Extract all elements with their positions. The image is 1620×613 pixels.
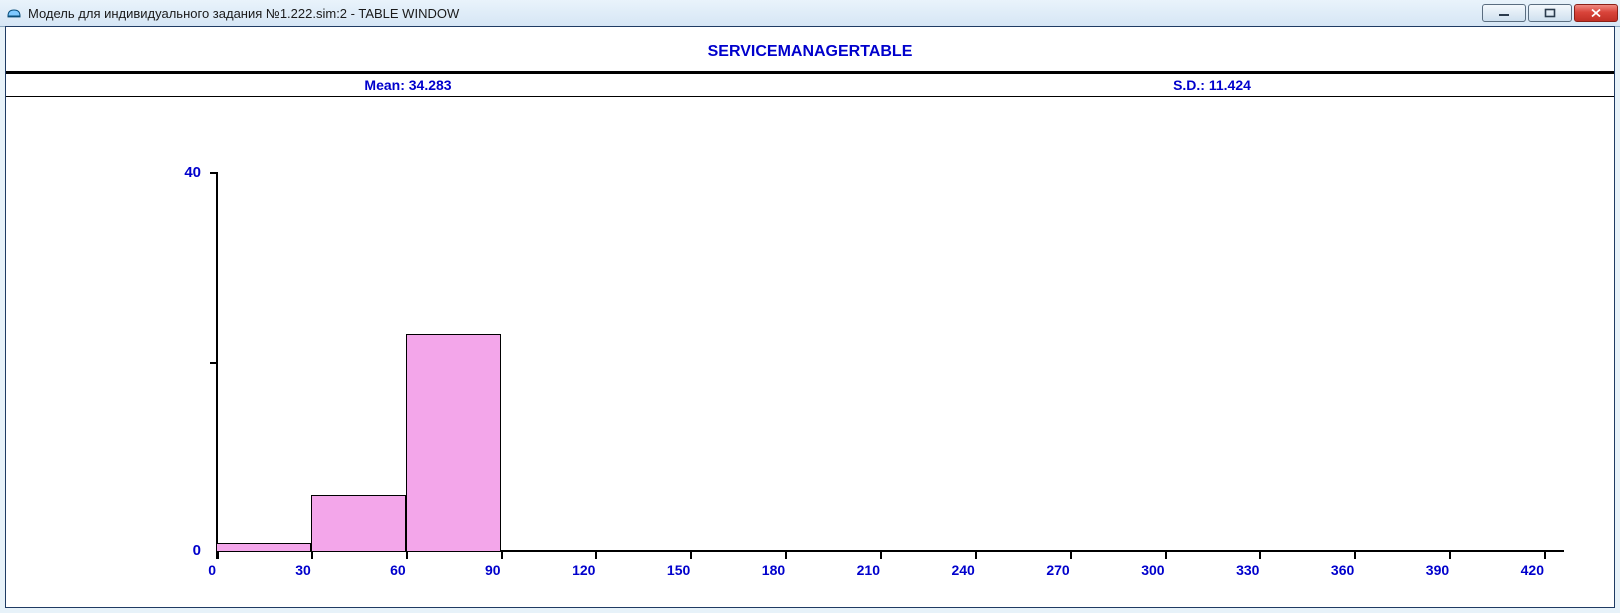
x-tick-label: 390 [1426, 562, 1449, 578]
x-tick-label: 270 [1046, 562, 1069, 578]
plot-region: 0306090120150180210240270300330360390420 [216, 172, 1564, 552]
x-tick [406, 552, 408, 559]
x-tick-label: 420 [1521, 562, 1544, 578]
x-tick [216, 552, 219, 559]
x-tick-label: 360 [1331, 562, 1354, 578]
x-tick-label: 150 [667, 562, 690, 578]
chart-title: SERVICEMANAGERTABLE [6, 27, 1614, 71]
x-tick [975, 552, 977, 559]
x-tick [1070, 552, 1072, 559]
maximize-button[interactable] [1528, 4, 1572, 22]
y-axis [216, 172, 218, 552]
stat-sd: S.D.: 11.424 [810, 77, 1614, 93]
x-tick-label: 30 [295, 562, 311, 578]
x-tick-label: 120 [572, 562, 595, 578]
x-tick-label: 0 [208, 562, 216, 578]
x-tick-label: 330 [1236, 562, 1259, 578]
x-tick [1544, 552, 1546, 559]
stat-mean: Mean: 34.283 [6, 77, 810, 93]
x-tick-label: 90 [485, 562, 501, 578]
stats-row: Mean: 34.283 S.D.: 11.424 [6, 74, 1614, 96]
x-tick [311, 552, 313, 559]
x-tick [501, 552, 503, 559]
app-icon [6, 5, 22, 21]
x-tick-label: 210 [857, 562, 880, 578]
window-title: Модель для индивидуального задания №1.22… [28, 6, 1482, 21]
y-axis-min-label: 0 [106, 542, 201, 559]
x-tick [1354, 552, 1356, 559]
close-button[interactable] [1574, 4, 1618, 22]
y-tick [210, 172, 218, 174]
window-controls [1482, 4, 1618, 22]
x-tick [1165, 552, 1167, 559]
client-area: SERVICEMANAGERTABLE Mean: 34.283 S.D.: 1… [5, 26, 1615, 608]
x-tick-label: 240 [951, 562, 974, 578]
x-tick [1449, 552, 1451, 559]
x-tick [785, 552, 787, 559]
x-tick [880, 552, 882, 559]
x-tick [1259, 552, 1261, 559]
x-tick-label: 60 [390, 562, 406, 578]
y-axis-max-label: 40 [106, 164, 201, 181]
chart-area: 40 0 03060901201501802102402703003303603… [6, 142, 1614, 597]
x-tick-label: 180 [762, 562, 785, 578]
histogram-bar [216, 543, 311, 553]
minimize-button[interactable] [1482, 4, 1526, 22]
histogram-bar [311, 495, 406, 552]
x-tick [595, 552, 597, 559]
divider [6, 96, 1614, 97]
histogram-bar [406, 334, 501, 553]
x-tick-label: 300 [1141, 562, 1164, 578]
x-tick [690, 552, 692, 559]
y-tick [210, 362, 218, 364]
window-titlebar: Модель для индивидуального задания №1.22… [0, 0, 1620, 27]
